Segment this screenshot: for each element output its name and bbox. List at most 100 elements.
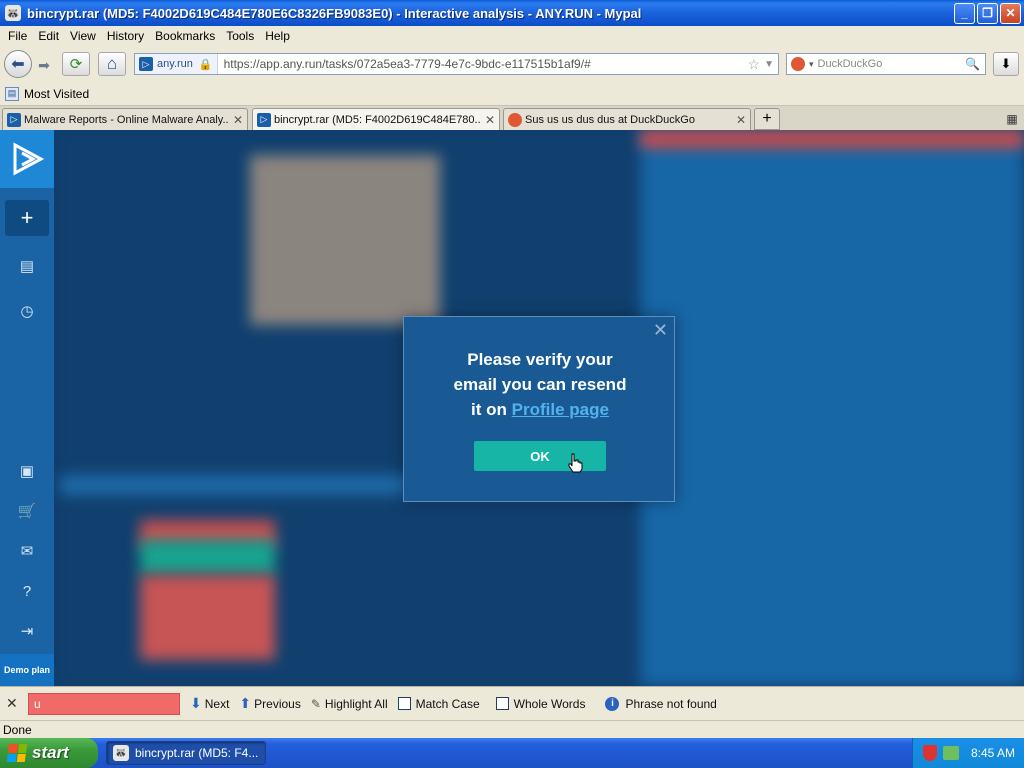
most-visited-icon: ▤ [5, 86, 19, 101]
highlight-all-label: Highlight All [324, 696, 388, 711]
security-shield-icon[interactable] [923, 745, 937, 761]
find-next-label: Next [204, 696, 230, 711]
find-status-text: Phrase not found [625, 696, 717, 711]
clock[interactable]: 8:45 AM [971, 746, 1015, 760]
mail-icon[interactable]: ✉ [0, 533, 54, 569]
find-previous-button[interactable]: ⬆ Previous [239, 695, 300, 712]
start-button[interactable]: start [0, 738, 98, 768]
search-bar[interactable]: ▾ DuckDuckGo 🔍 [786, 53, 986, 75]
blurred-red-strip [640, 130, 1024, 148]
start-label: start [32, 743, 69, 762]
url-dropdown-icon[interactable]: ▼ [764, 59, 774, 70]
network-icon[interactable] [943, 746, 959, 760]
modal-message-line-1: Please verify your [467, 350, 613, 369]
tab-malware-reports[interactable]: ▷ Malware Reports - Online Malware Analy… [2, 108, 248, 130]
match-case-checkbox[interactable]: Match Case [397, 697, 480, 711]
menu-edit[interactable]: Edit [38, 29, 59, 43]
duckduckgo-icon[interactable] [791, 57, 805, 71]
arrow-up-icon: ⬆ [239, 695, 252, 711]
profile-account-icon[interactable]: ▣ [0, 453, 54, 489]
menu-view[interactable]: View [70, 29, 96, 43]
close-window-button[interactable]: ✕ [1000, 2, 1021, 24]
tab-close-icon[interactable]: ✕ [233, 113, 243, 127]
system-tray: 8:45 AM [912, 738, 1024, 768]
tab-label: bincrypt.rar (MD5: F4002D619C484E780... [274, 113, 481, 126]
tab-label: Malware Reports - Online Malware Analy..… [24, 113, 229, 126]
menu-bookmarks[interactable]: Bookmarks [155, 29, 215, 43]
tab-label: Sus us us dus dus at DuckDuckGo [525, 113, 695, 126]
search-input[interactable]: DuckDuckGo [818, 58, 966, 70]
help-icon[interactable]: ? [0, 573, 54, 609]
navigation-toolbar: ⬅ ➡ ⟳ ⌂ ▷ any.run 🔒 https://app.any.run/… [0, 46, 1024, 82]
windows-logo-icon [6, 744, 28, 762]
cart-icon[interactable]: 🛒 [0, 493, 54, 529]
mypal-app-icon: 🦝 [113, 745, 129, 761]
most-visited-bookmark[interactable]: Most Visited [24, 87, 89, 101]
minimize-button[interactable]: _ [954, 2, 975, 24]
highlight-all-button[interactable]: ✎ Highlight All [311, 697, 388, 711]
find-next-button[interactable]: ⬇ Next [190, 695, 229, 712]
maximize-button[interactable]: ❐ [977, 2, 998, 24]
anyrun-sidebar: + ▤ ◷ ▣ 🛒 ✉ ? ⇥ Demo plan [0, 130, 54, 686]
new-task-button[interactable]: + [5, 200, 49, 236]
taskbar-item-label: bincrypt.rar (MD5: F4... [135, 746, 259, 760]
find-input[interactable]: u [28, 692, 180, 715]
verify-email-modal: ✕ Please verify your email you can resen… [403, 316, 675, 502]
menu-tools[interactable]: Tools [226, 29, 254, 43]
plan-label: Demo plan [0, 654, 54, 686]
highlighter-icon: ✎ [310, 696, 321, 711]
url-text[interactable]: https://app.any.run/tasks/072a5ea3-7779-… [218, 57, 748, 71]
anyrun-favicon-icon: ▷ [257, 112, 271, 127]
whole-words-label: Whole Words [513, 696, 586, 711]
find-close-button[interactable]: ✕ [6, 695, 24, 712]
lock-icon: 🔒 [198, 58, 213, 71]
ok-button[interactable]: OK [474, 441, 606, 471]
tab-list-icon[interactable]: ▦ [1004, 111, 1020, 127]
whole-words-checkbox[interactable]: Whole Words [495, 696, 586, 711]
hand-cursor-icon [568, 453, 583, 473]
checkbox-icon [495, 697, 509, 710]
forward-button[interactable]: ➡ [33, 55, 55, 75]
site-identity[interactable]: ▷ any.run 🔒 [135, 54, 218, 74]
new-tab-button[interactable]: + [754, 108, 780, 130]
menu-file[interactable]: File [8, 29, 27, 43]
search-icon[interactable]: 🔍 [965, 57, 980, 71]
duckduckgo-favicon-icon [508, 112, 522, 127]
anyrun-favicon-icon: ▷ [7, 112, 21, 127]
status-bar: Done [0, 720, 1024, 738]
reports-document-icon[interactable]: ▤ [0, 248, 54, 284]
taskbar-item-mypal[interactable]: 🦝 bincrypt.rar (MD5: F4... [106, 741, 266, 765]
menu-history[interactable]: History [107, 29, 144, 43]
modal-message-prefix: it on [471, 400, 507, 419]
reload-button[interactable]: ⟳ [62, 52, 90, 76]
anyrun-favicon-icon: ▷ [139, 57, 153, 71]
bookmarks-toolbar: ▤ Most Visited [0, 82, 1024, 106]
modal-close-button[interactable]: ✕ [653, 320, 668, 341]
home-button[interactable]: ⌂ [98, 52, 126, 76]
blurred-window [250, 155, 440, 325]
checkbox-icon [397, 697, 411, 710]
downloads-button[interactable]: ⬇ [993, 52, 1019, 76]
back-button[interactable]: ⬅ [4, 50, 32, 78]
bookmark-star-icon[interactable]: ☆ [748, 56, 761, 73]
tab-duckduckgo[interactable]: Sus us us dus dus at DuckDuckGo ✕ [503, 108, 751, 130]
blurred-right-panel [640, 130, 1024, 686]
tab-close-icon[interactable]: ✕ [485, 113, 495, 127]
screen: 🦝 bincrypt.rar (MD5: F4002D619C484E780E6… [0, 0, 1024, 768]
site-identity-label: any.run [157, 58, 193, 70]
modal-message: Please verify your email you can resend … [404, 347, 676, 422]
history-icon[interactable]: ◷ [0, 293, 54, 329]
tab-bincrypt[interactable]: ▷ bincrypt.rar (MD5: F4002D619C484E780..… [252, 108, 500, 130]
window-titlebar: 🦝 bincrypt.rar (MD5: F4002D619C484E780E6… [0, 0, 1024, 26]
profile-page-link[interactable]: Profile page [512, 400, 609, 419]
anyrun-logo-icon[interactable] [0, 130, 54, 188]
find-status: i Phrase not found [605, 696, 717, 711]
blurred-red-block-lower [140, 575, 275, 660]
window-title: bincrypt.rar (MD5: F4002D619C484E780E6C8… [27, 5, 642, 21]
logout-icon[interactable]: ⇥ [0, 613, 54, 649]
tab-close-icon[interactable]: ✕ [736, 113, 746, 127]
url-bar[interactable]: ▷ any.run 🔒 https://app.any.run/tasks/07… [134, 53, 779, 75]
search-engine-dropdown-icon[interactable]: ▾ [809, 59, 814, 70]
menu-help[interactable]: Help [265, 29, 290, 43]
taskbar: start 🦝 bincrypt.rar (MD5: F4... 8:45 AM [0, 738, 1024, 768]
